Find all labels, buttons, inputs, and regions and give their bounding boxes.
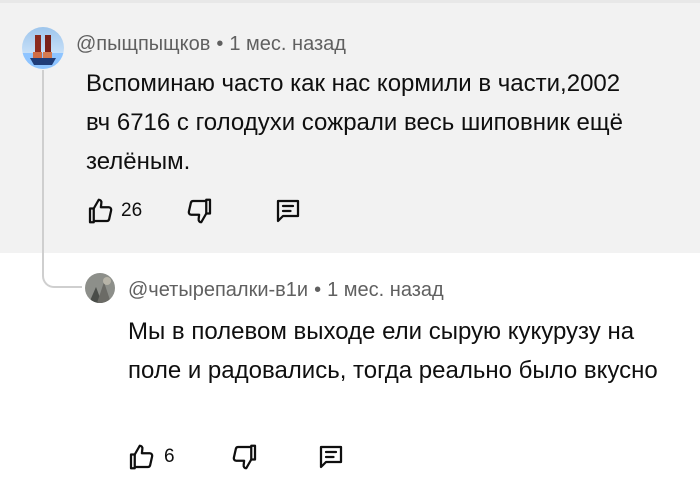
comment-actions: 26 bbox=[85, 196, 325, 228]
reply-thread-line bbox=[42, 70, 82, 288]
top-divider bbox=[0, 0, 700, 3]
separator-dot: • bbox=[314, 279, 322, 301]
timestamp: 1 мес. назад bbox=[229, 33, 346, 55]
like-count: 6 bbox=[164, 446, 175, 467]
avatar[interactable] bbox=[22, 27, 64, 69]
avatar[interactable] bbox=[85, 273, 115, 303]
comment-card: @пыщпыщков • 1 мес. назад Вспоминаю часто … bbox=[0, 0, 700, 253]
author-handle[interactable]: @пыщпыщков bbox=[76, 33, 210, 55]
thumb-down-icon[interactable] bbox=[230, 442, 260, 472]
comment-actions: 6 bbox=[126, 442, 366, 474]
separator-dot: • bbox=[216, 33, 224, 55]
comment-thread: @пыщпыщков • 1 мес. назад Вспоминаю часто … bbox=[0, 0, 700, 495]
author-handle[interactable]: @четырепалки-в1и bbox=[128, 279, 308, 301]
thumb-down-icon[interactable] bbox=[185, 196, 215, 226]
comment-meta: @четырепалки-в1и • 1 мес. назад bbox=[128, 279, 444, 302]
reply-comment-icon[interactable] bbox=[273, 196, 303, 226]
like-count: 26 bbox=[121, 200, 143, 221]
reply-comment-icon[interactable] bbox=[316, 442, 346, 472]
comment-text: Мы в полевом выходе ели сырую кукурузу н… bbox=[128, 318, 658, 384]
comment-meta: @пыщпыщков • 1 мес. назад bbox=[76, 33, 346, 56]
comment-text: Вспоминаю часто как нас кормили в части,… bbox=[86, 70, 623, 175]
thumb-up-icon[interactable] bbox=[85, 196, 115, 226]
timestamp: 1 мес. назад bbox=[327, 279, 444, 301]
thumb-up-icon[interactable] bbox=[126, 442, 156, 472]
